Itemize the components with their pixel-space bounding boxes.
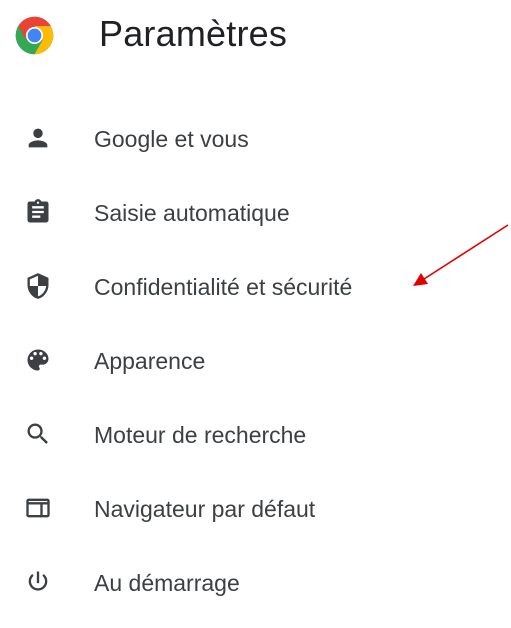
browser-window-icon	[24, 494, 52, 522]
settings-menu: Google et vous Saisie automatique Confid…	[0, 101, 511, 619]
menu-item-confidentialite-et-securite[interactable]: Confidentialité et sécurité	[0, 249, 511, 323]
menu-item-label: Au démarrage	[94, 570, 240, 596]
menu-item-navigateur-par-defaut[interactable]: Navigateur par défaut	[0, 471, 511, 545]
page-title: Paramètres	[99, 13, 288, 54]
menu-item-apparence[interactable]: Apparence	[0, 323, 511, 397]
clipboard-icon	[24, 198, 52, 226]
menu-item-au-demarrage[interactable]: Au démarrage	[0, 545, 511, 619]
menu-item-moteur-de-recherche[interactable]: Moteur de recherche	[0, 397, 511, 471]
power-icon	[24, 568, 52, 596]
settings-header: Paramètres	[0, 0, 511, 75]
menu-item-label: Saisie automatique	[94, 200, 290, 226]
menu-item-label: Navigateur par défaut	[94, 496, 316, 522]
search-icon	[24, 420, 52, 448]
menu-item-label: Apparence	[94, 348, 206, 374]
menu-item-saisie-automatique[interactable]: Saisie automatique	[0, 175, 511, 249]
palette-icon	[24, 346, 52, 374]
chrome-logo-icon	[14, 15, 55, 56]
person-icon	[24, 124, 52, 152]
menu-item-label: Moteur de recherche	[94, 422, 307, 448]
settings-page: Paramètres Google et vous Saisie automat…	[0, 0, 511, 628]
menu-item-label: Confidentialité et sécurité	[94, 274, 353, 300]
menu-item-label: Google et vous	[94, 126, 249, 152]
shield-icon	[24, 272, 52, 300]
menu-item-google-et-vous[interactable]: Google et vous	[0, 101, 511, 175]
